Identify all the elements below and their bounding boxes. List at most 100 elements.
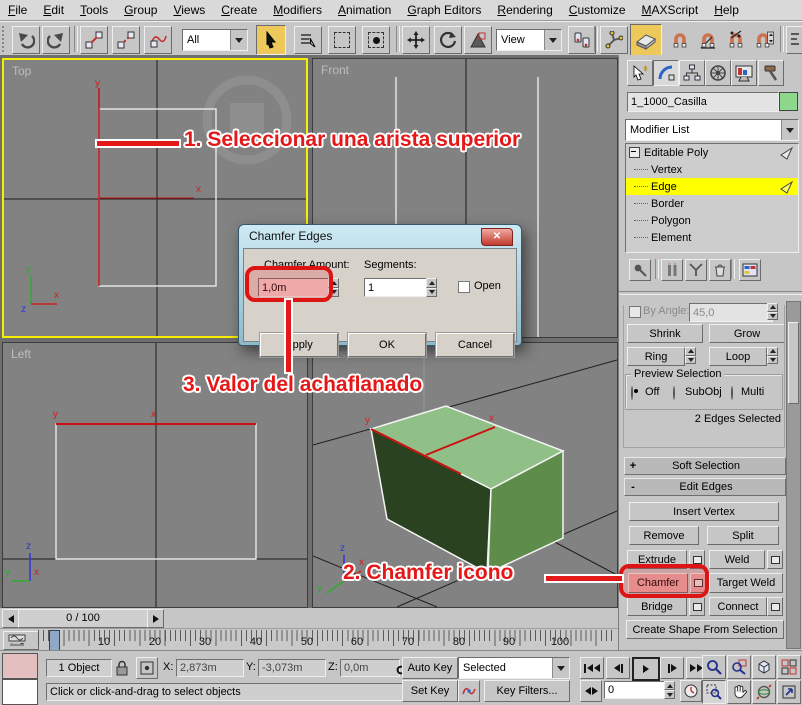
by-angle-field[interactable]: 45,0 — [689, 303, 773, 322]
y-coordinate-field[interactable]: -3,073m — [258, 659, 326, 677]
track-bar[interactable]: 0 10 20 30 40 50 60 70 80 90 100 — [0, 628, 618, 651]
menu-customize[interactable]: Customize — [561, 1, 634, 19]
stack-item-border[interactable]: Border — [626, 195, 798, 212]
ring-button[interactable]: Ring — [627, 347, 685, 366]
object-name-field[interactable]: 1_1000_Casilla — [627, 92, 779, 112]
tab-display[interactable] — [731, 60, 757, 86]
preview-off-radio[interactable] — [631, 386, 633, 400]
rollout-scrollbar[interactable] — [786, 301, 801, 649]
zoom-extents-button[interactable] — [752, 655, 776, 679]
tab-create[interactable] — [627, 60, 653, 86]
ring-spinner[interactable] — [685, 347, 696, 364]
menu-create[interactable]: Create — [213, 1, 265, 19]
pin-stack-button[interactable] — [629, 259, 651, 281]
stack-item-edge[interactable]: Edge — [626, 178, 798, 195]
scrollbar-thumb[interactable] — [788, 322, 799, 404]
undo-button[interactable] — [12, 26, 40, 54]
next-frame-button[interactable] — [660, 657, 684, 679]
by-angle-spinner[interactable] — [767, 303, 778, 320]
time-slider-prev-button[interactable] — [2, 609, 19, 628]
time-slider[interactable]: 0 / 100 — [18, 609, 148, 628]
snaps-toggle-button[interactable] — [666, 26, 694, 54]
menu-rendering[interactable]: Rendering — [489, 1, 560, 19]
stack-item-polygon[interactable]: Polygon — [626, 212, 798, 229]
viewport-top-label[interactable]: Top — [12, 64, 31, 78]
zoom-extents-all-button[interactable] — [777, 655, 801, 679]
absolute-offset-toggle[interactable] — [136, 657, 158, 679]
open-checkbox-label[interactable]: Open — [474, 280, 501, 292]
segments-field[interactable]: 1 — [364, 278, 428, 297]
loop-spinner[interactable] — [767, 347, 778, 364]
modifier-stack-list[interactable]: Editable Poly Vertex Edge Border Polygon — [625, 143, 799, 253]
go-to-start-button[interactable] — [580, 657, 604, 679]
menu-views[interactable]: Views — [165, 1, 213, 19]
percent-snap-toggle-button[interactable] — [722, 26, 750, 54]
tab-utilities[interactable] — [758, 60, 784, 86]
preview-subobj-label[interactable]: SubObj — [685, 386, 722, 398]
menu-tools[interactable]: Tools — [72, 1, 116, 19]
select-and-rotate-button[interactable] — [434, 26, 462, 54]
menu-animation[interactable]: Animation — [330, 1, 399, 19]
previous-frame-button[interactable] — [606, 657, 630, 679]
segments-spinner[interactable] — [426, 278, 437, 297]
viewport-front-label[interactable]: Front — [321, 63, 349, 77]
time-configuration-button[interactable] — [680, 680, 702, 702]
apply-button[interactable]: Apply — [260, 333, 338, 357]
select-and-move-button[interactable] — [402, 26, 430, 54]
zoom-button[interactable] — [702, 655, 726, 679]
redo-button[interactable] — [42, 26, 70, 54]
preview-multi-label[interactable]: Multi — [741, 386, 764, 398]
tab-motion[interactable] — [705, 60, 731, 86]
connect-settings-button[interactable] — [767, 597, 783, 616]
weld-settings-button[interactable] — [767, 550, 783, 569]
set-key-button[interactable]: Set Key — [402, 680, 458, 702]
selection-filter-dropdown[interactable]: All — [182, 29, 248, 51]
ok-button[interactable]: OK — [348, 333, 426, 357]
edit-edges-rollout-header[interactable]: - Edit Edges — [624, 478, 786, 496]
menu-file[interactable]: File — [0, 1, 35, 19]
soft-selection-rollout-header[interactable]: + Soft Selection — [624, 457, 786, 475]
maximize-viewport-toggle-button[interactable] — [777, 680, 801, 704]
maxscript-mini-listener-pink[interactable] — [2, 653, 38, 679]
x-coordinate-field[interactable]: 2,873m — [176, 659, 244, 677]
insert-vertex-button[interactable]: Insert Vertex — [629, 502, 779, 521]
weld-button[interactable]: Weld — [709, 550, 765, 569]
window-crossing-toggle-button[interactable] — [362, 26, 390, 54]
new-key-filters-curve-button[interactable] — [458, 680, 480, 702]
show-end-result-button[interactable] — [661, 259, 683, 281]
open-checkbox[interactable] — [458, 281, 470, 293]
cancel-button[interactable]: Cancel — [436, 333, 514, 357]
tab-modify[interactable] — [653, 60, 679, 86]
modifier-list-dropdown[interactable]: Modifier List — [625, 119, 799, 141]
z-coordinate-field[interactable]: 0,0m — [340, 659, 400, 677]
key-mode-dropdown[interactable]: Selected — [458, 657, 570, 679]
mini-curve-editor-button[interactable] — [3, 631, 39, 650]
select-and-link-button[interactable] — [80, 26, 108, 54]
object-color-swatch[interactable] — [779, 92, 798, 111]
create-shape-button[interactable]: Create Shape From Selection — [626, 620, 784, 639]
auto-key-button[interactable]: Auto Key — [402, 657, 458, 679]
current-frame-field[interactable]: 0 — [604, 681, 670, 699]
rectangular-selection-region-button[interactable] — [328, 26, 356, 54]
make-unique-button[interactable] — [685, 259, 707, 281]
maxscript-mini-listener-white[interactable] — [2, 679, 38, 705]
play-button[interactable] — [632, 657, 660, 681]
use-pivot-center-button[interactable] — [568, 26, 596, 54]
grow-button[interactable]: Grow — [709, 324, 785, 343]
unlink-selection-button[interactable] — [112, 26, 140, 54]
select-and-scale-button[interactable] — [464, 26, 492, 54]
key-mode-toggle-button[interactable] — [580, 680, 602, 702]
split-button[interactable]: Split — [707, 526, 779, 545]
key-mode-arrow[interactable] — [552, 658, 569, 678]
bridge-button[interactable]: Bridge — [627, 597, 687, 616]
select-object-button[interactable] — [256, 25, 286, 55]
reference-coordinate-dropdown[interactable]: View — [496, 29, 562, 51]
shrink-button[interactable]: Shrink — [627, 324, 703, 343]
remove-modifier-button[interactable] — [709, 259, 731, 281]
selection-filter-arrow[interactable] — [230, 30, 247, 50]
zoom-region-button[interactable] — [702, 680, 726, 704]
preview-off-label[interactable]: Off — [645, 386, 659, 398]
angle-snap-toggle-button[interactable] — [694, 26, 722, 54]
stack-item-element[interactable]: Element — [626, 229, 798, 246]
toolbar-grip[interactable] — [2, 26, 8, 52]
